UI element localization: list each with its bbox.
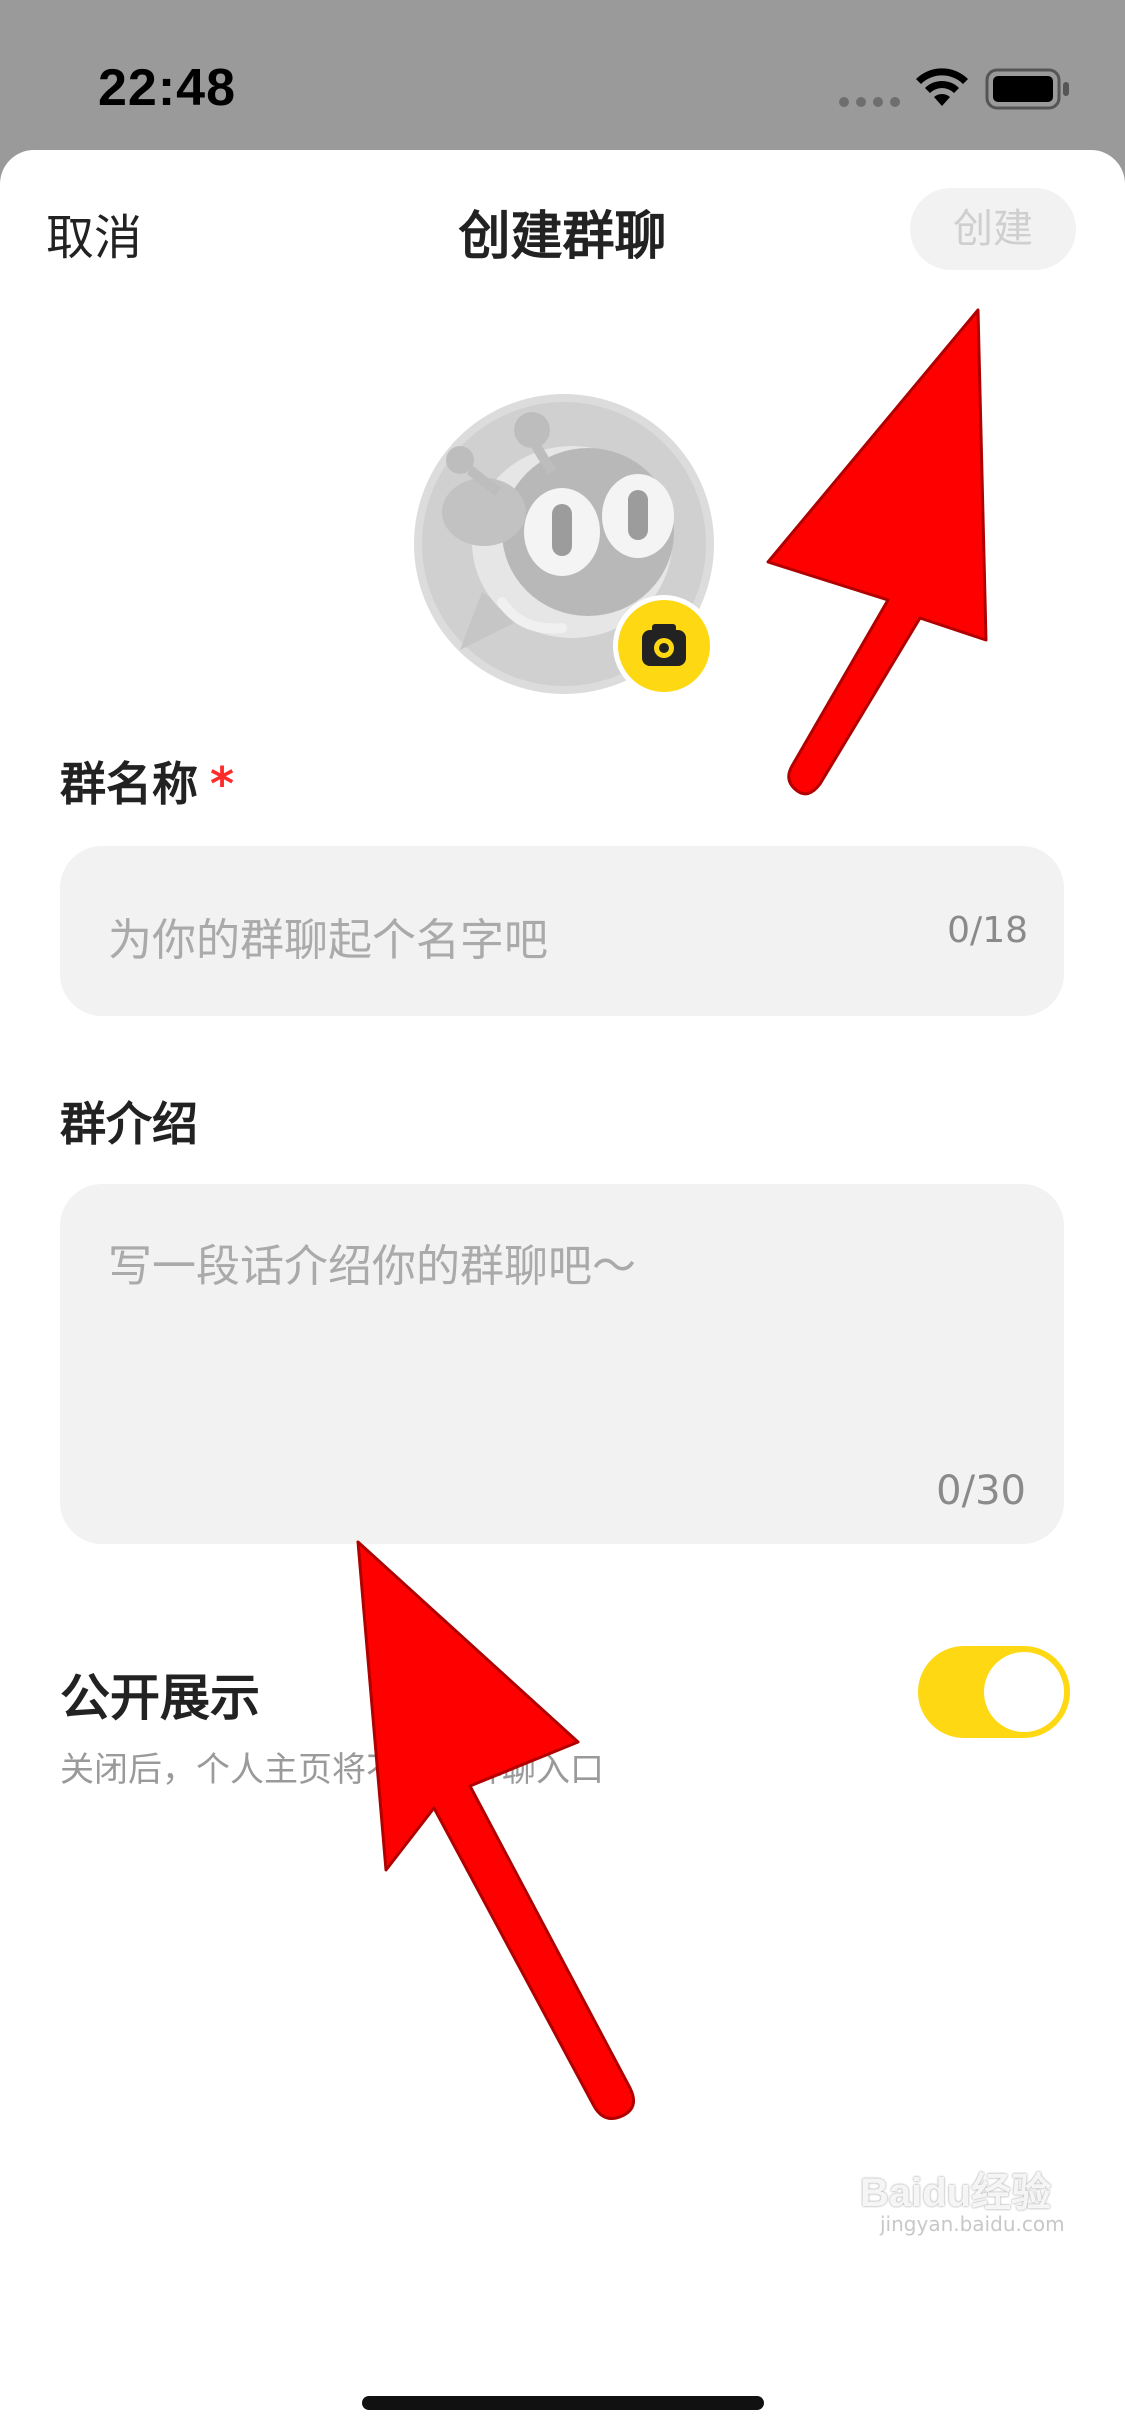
group-name-label-text: 群名称 — [60, 757, 198, 811]
watermark: Baidu经验 — [860, 2171, 1052, 2215]
battery-icon — [985, 68, 1069, 110]
group-avatar-picker[interactable] — [412, 392, 716, 696]
public-display-description: 关闭后，个人主页将不展示群聊入口 — [60, 1750, 604, 1790]
wifi-icon — [916, 68, 968, 106]
watermark-sub: jingyan.baidu.com — [880, 2212, 1065, 2236]
status-time: 22:48 — [98, 59, 236, 117]
status-bar: 22:48 — [0, 0, 1125, 150]
group-intro-label: 群介绍 — [60, 1097, 198, 1151]
group-name-label: 群名称 * — [60, 748, 234, 814]
group-name-counter: 0/18 — [947, 910, 1028, 951]
camera-icon — [642, 624, 686, 666]
group-intro-counter: 0/30 — [936, 1468, 1026, 1514]
public-display-label: 公开展示 — [60, 1669, 260, 1727]
group-name-placeholder: 为你的群聊起个名字吧 — [108, 915, 548, 966]
required-mark: * — [210, 757, 235, 811]
toggle-knob — [984, 1652, 1064, 1732]
group-name-input[interactable]: 为你的群聊起个名字吧 0/18 — [60, 846, 1064, 1016]
group-intro-placeholder: 写一段话介绍你的群聊吧～ — [108, 1241, 636, 1292]
home-indicator — [362, 2396, 764, 2410]
group-intro-textarea[interactable]: 写一段话介绍你的群聊吧～ 0/30 — [60, 1184, 1064, 1544]
create-button[interactable]: 创建 — [910, 188, 1076, 270]
signal-dots-icon — [839, 97, 900, 107]
camera-badge[interactable] — [618, 600, 710, 692]
create-group-sheet: 取消 创建群聊 创建 群名称 * 为你的群聊起个名字吧 0/18 群介绍 写一段… — [0, 150, 1125, 2436]
public-display-toggle[interactable] — [918, 1646, 1070, 1738]
